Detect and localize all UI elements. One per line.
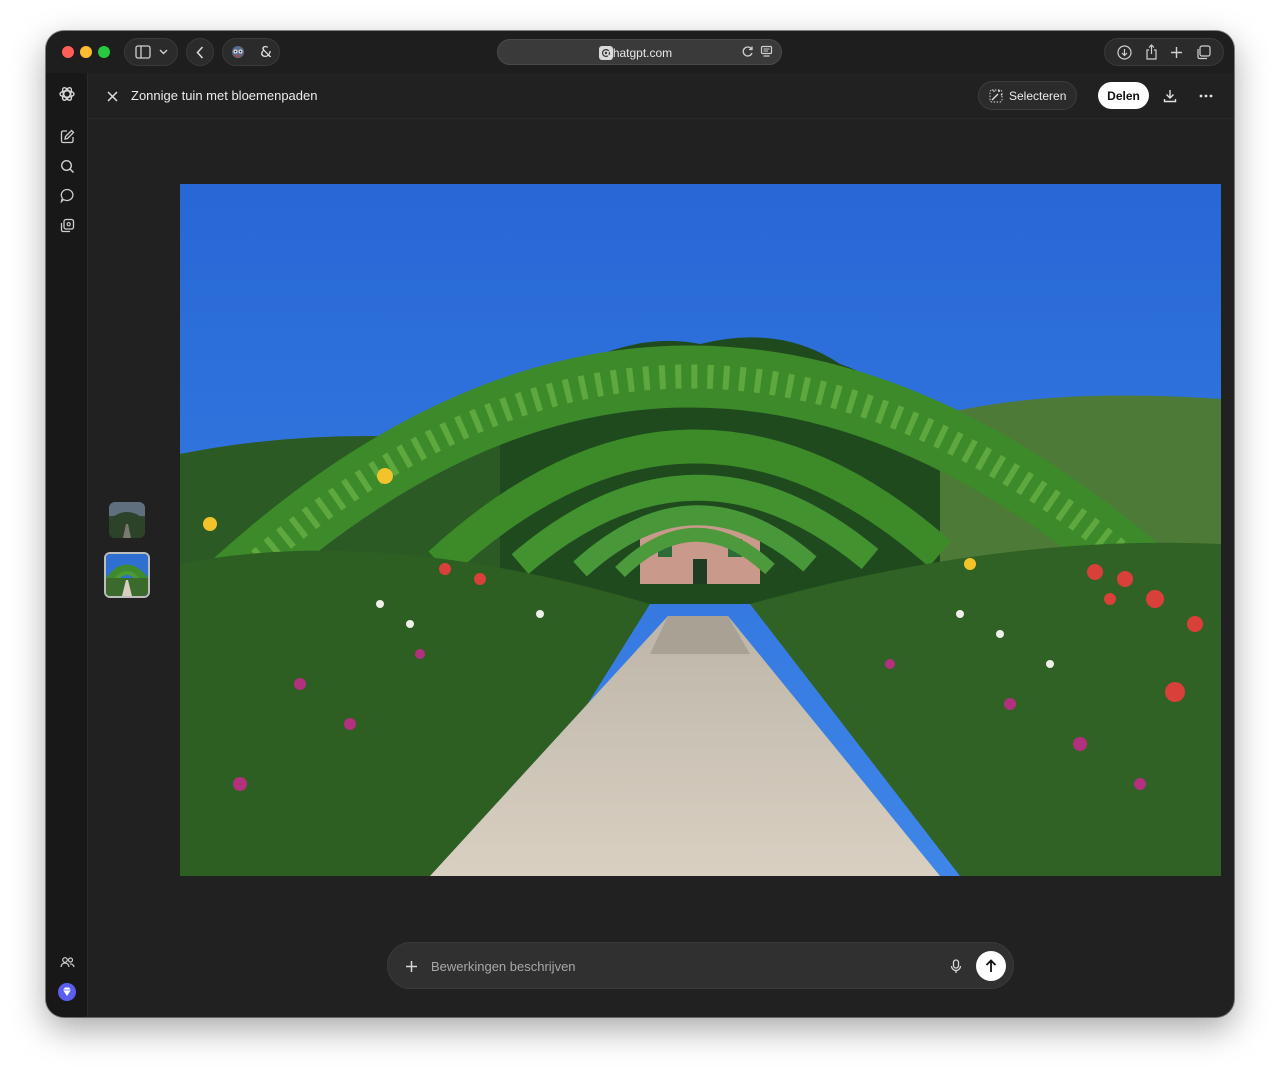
more-options-icon[interactable]: [1196, 86, 1216, 106]
browser-window: & chatgpt.com Zonnige tuin met bloemenpa…: [46, 31, 1234, 1017]
extensions-group: &: [222, 38, 280, 66]
search-icon[interactable]: [57, 156, 77, 176]
close-icon[interactable]: [102, 86, 122, 106]
back-button[interactable]: [186, 38, 214, 66]
sidebar-toggle-button[interactable]: [124, 38, 178, 66]
zoom-window-button[interactable]: [98, 46, 110, 58]
sidebar-icon: [134, 45, 151, 59]
share-button[interactable]: Delen: [1098, 82, 1149, 109]
chat-icon[interactable]: [57, 185, 77, 205]
reader-icon[interactable]: [760, 45, 773, 58]
browser-actions: [1104, 38, 1224, 66]
arrow-up-icon: [985, 959, 997, 973]
microphone-icon[interactable]: [946, 956, 966, 976]
image-thumbnail-selected[interactable]: [104, 552, 150, 598]
tabs-icon[interactable]: [1196, 44, 1211, 60]
edit-prompt-input[interactable]: [431, 954, 931, 978]
left-rail: [46, 73, 88, 1017]
plus-icon[interactable]: [401, 956, 421, 976]
address-bar[interactable]: chatgpt.com: [497, 39, 782, 65]
download-icon[interactable]: [1117, 44, 1132, 60]
select-button[interactable]: Selecteren: [978, 81, 1077, 110]
image-editor-header: Zonnige tuin met bloemenpaden Selecteren…: [88, 73, 1234, 119]
new-tab-icon[interactable]: [1170, 46, 1183, 59]
back-icon: [196, 45, 204, 59]
ampersand-icon[interactable]: &: [260, 43, 272, 61]
browser-toolbar: & chatgpt.com: [46, 31, 1234, 73]
openai-logo-icon[interactable]: [57, 84, 77, 104]
new-chat-icon[interactable]: [57, 126, 77, 146]
download-image-icon[interactable]: [1160, 86, 1180, 106]
upgrade-icon[interactable]: [57, 982, 77, 1002]
magic-select-icon: [989, 89, 1003, 103]
send-button[interactable]: [976, 951, 1006, 981]
reload-icon[interactable]: [741, 45, 754, 58]
page-title: Zonnige tuin met bloemenpaden: [131, 88, 318, 103]
select-label: Selecteren: [1009, 88, 1067, 103]
generated-image-garden-archway: [180, 184, 1221, 876]
extension-icon[interactable]: [230, 45, 246, 59]
library-icon[interactable]: [57, 215, 77, 235]
close-window-button[interactable]: [62, 46, 74, 58]
share-icon[interactable]: [1145, 44, 1158, 60]
url-text: chatgpt.com: [606, 46, 673, 60]
people-icon[interactable]: [57, 952, 77, 972]
edit-prompt-composer: [387, 942, 1014, 989]
image-thumbnail[interactable]: [109, 502, 145, 538]
chevron-down-icon: [159, 49, 168, 55]
minimize-window-button[interactable]: [80, 46, 92, 58]
